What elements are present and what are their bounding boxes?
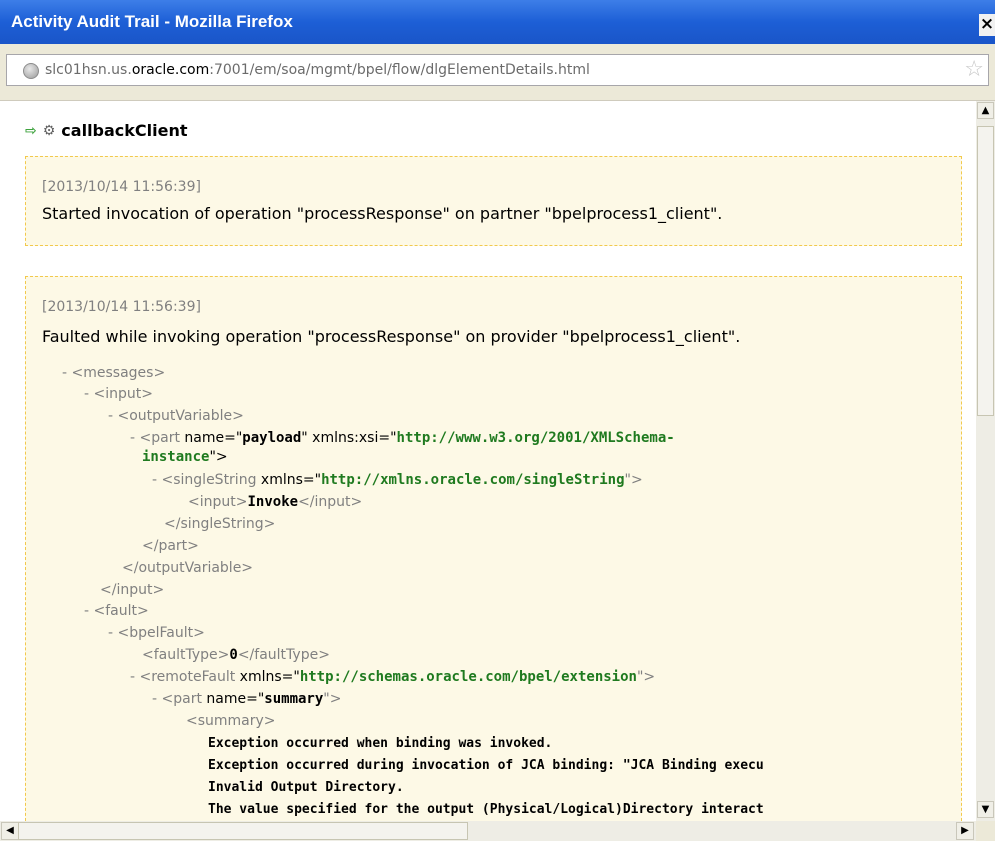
xml-tag: </input>	[298, 494, 363, 510]
activity-name: callbackClient	[61, 121, 188, 140]
xml-attr: name="	[206, 691, 265, 707]
horizontal-scrollbar[interactable]: ◀ ▶	[0, 821, 976, 841]
xml-part-continuation: instance">	[142, 449, 228, 465]
scrollbar-corner	[976, 821, 995, 841]
entry-timestamp: [2013/10/14 11:56:39]	[42, 299, 201, 315]
xml-tag: <input>	[188, 494, 248, 510]
vertical-scroll-thumb[interactable]	[977, 126, 994, 416]
xml-tag: - <part	[130, 430, 185, 446]
xml-attr-value: http://www.w3.org/2001/XMLSchema-	[396, 430, 675, 446]
xml-outputvariable-node[interactable]: - <outputVariable>	[108, 408, 244, 424]
vertical-scrollbar[interactable]: ▲ ▼	[976, 101, 995, 821]
xml-input-node[interactable]: - <input>	[84, 386, 153, 402]
summary-line: The value specified for the output (Phys…	[208, 802, 764, 817]
xml-tag: ">	[323, 691, 342, 707]
scroll-up-icon[interactable]: ▲	[977, 102, 994, 119]
xml-attr-value: payload	[242, 430, 302, 446]
entry-message: Started invocation of operation "process…	[42, 204, 723, 223]
xml-bpelfault-node[interactable]: - <bpelFault>	[108, 625, 205, 641]
xml-text-value: Invoke	[247, 494, 299, 510]
url-field[interactable]: slc01hsn.us.oracle.com:7001/em/soa/mgmt/…	[6, 54, 989, 86]
xml-singlestring-node[interactable]: - <singleString xmlns="http://xmlns.orac…	[152, 472, 643, 488]
xml-singlestring-close: </singleString>	[164, 516, 276, 532]
content-viewport: ⇨ ⚙ callbackClient [2013/10/14 11:56:39]…	[0, 101, 975, 821]
xml-tag: - <remoteFault	[130, 669, 240, 685]
xml-tag: - <singleString	[152, 472, 261, 488]
summary-line: Exception occurred when binding was invo…	[208, 736, 553, 751]
xml-attr: xmlns="	[260, 472, 322, 488]
close-icon[interactable]: ×	[979, 14, 995, 36]
summary-line: Exception occurred during invocation of …	[208, 758, 764, 773]
xml-attr-value: summary	[264, 691, 324, 707]
xml-text-value: 0	[229, 647, 238, 663]
xml-input-close: </input>	[100, 582, 165, 598]
xml-tag: </faultType>	[237, 647, 330, 663]
horizontal-scroll-thumb[interactable]	[18, 822, 468, 840]
scroll-down-icon[interactable]: ▼	[977, 801, 994, 818]
audit-entry: [2013/10/14 11:56:39] Started invocation…	[25, 156, 962, 246]
audit-entry: [2013/10/14 11:56:39] Faulted while invo…	[25, 276, 962, 821]
address-bar: slc01hsn.us.oracle.com:7001/em/soa/mgmt/…	[0, 44, 995, 101]
xml-messages-node[interactable]: - <messages>	[62, 365, 165, 381]
xml-attr: xmlns="	[239, 669, 300, 685]
window-title: Activity Audit Trail - Mozilla Firefox	[11, 12, 293, 31]
xml-faulttype: <faultType>0</faultType>	[142, 647, 330, 663]
arrow-icon: ⇨	[25, 122, 37, 139]
globe-icon	[23, 63, 39, 79]
url-suffix: :7001/em/soa/mgmt/bpel/flow/dlgElementDe…	[209, 62, 590, 78]
xml-tag: - <part	[152, 691, 207, 707]
xml-remotefault-node[interactable]: - <remoteFault xmlns="http://schemas.ora…	[130, 669, 655, 685]
activity-heading: ⇨ ⚙ callbackClient	[25, 121, 188, 140]
xml-part-node[interactable]: - <part name="payload" xmlns:xsi="http:/…	[130, 430, 675, 446]
entry-message: Faulted while invoking operation "proces…	[42, 327, 741, 346]
gear-icon: ⚙	[42, 122, 56, 139]
xml-part-close: </part>	[142, 538, 199, 554]
entry-timestamp: [2013/10/14 11:56:39]	[42, 179, 201, 195]
xml-attr: name="	[184, 430, 243, 446]
url-prefix: slc01hsn.us.	[45, 62, 132, 78]
xml-attr-value: instance	[142, 449, 210, 465]
scroll-right-icon[interactable]: ▶	[956, 822, 974, 840]
xml-tag: ">	[636, 669, 656, 685]
url-text: slc01hsn.us.oracle.com:7001/em/soa/mgmt/…	[45, 62, 590, 78]
xml-attr-value: http://xmlns.oracle.com/singleString	[321, 472, 625, 488]
xml-summary-open: <summary>	[186, 713, 276, 729]
xml-tag: ">	[209, 449, 228, 465]
xml-tag: ">	[624, 472, 643, 488]
window-titlebar: Activity Audit Trail - Mozilla Firefox ×	[0, 0, 995, 44]
xml-attr: " xmlns:xsi="	[301, 430, 397, 446]
xml-part-summary-node[interactable]: - <part name="summary">	[152, 691, 341, 707]
bookmark-star-icon[interactable]: ☆	[964, 57, 984, 82]
url-domain: oracle.com	[131, 62, 210, 78]
xml-outputvariable-close: </outputVariable>	[122, 560, 254, 576]
xml-inner-input: <input>Invoke</input>	[188, 494, 362, 510]
xml-attr-value: http://schemas.oracle.com/bpel/extension	[299, 669, 637, 685]
scroll-left-icon[interactable]: ◀	[1, 822, 19, 840]
xml-fault-node[interactable]: - <fault>	[84, 603, 149, 619]
xml-tag: <faultType>	[142, 647, 230, 663]
summary-line: Invalid Output Directory.	[208, 780, 404, 795]
